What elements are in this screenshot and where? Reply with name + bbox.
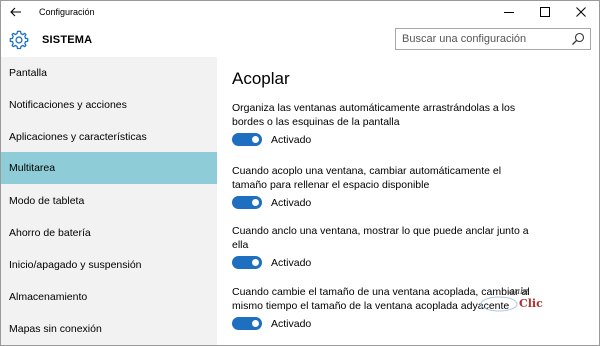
close-icon	[576, 7, 586, 17]
gear-icon	[9, 30, 29, 50]
setting-description: Cuando acoplo una ventana, cambiar autom…	[232, 165, 502, 191]
toggle-switch[interactable]	[232, 196, 262, 209]
toggle-knob	[252, 320, 259, 327]
sidebar-item-label: Ahorro de batería	[9, 227, 91, 239]
sidebar-item-multitarea[interactable]: Multitarea	[1, 152, 217, 184]
setting-description: Organiza las ventanas automáticamente ar…	[232, 102, 516, 128]
search-icon[interactable]	[571, 32, 585, 46]
toggle-knob	[252, 199, 259, 206]
setting-auto-resize: Cuando acoplo una ventana, cambiar autom…	[232, 164, 532, 209]
minimize-icon	[504, 12, 514, 13]
setting-snap-windows: Organiza las ventanas automáticamente ar…	[232, 101, 532, 146]
sidebar-item-label: Inicio/apagado y suspensión	[9, 259, 142, 271]
search-input[interactable]: Buscar una configuración	[402, 33, 571, 45]
close-button[interactable]	[563, 1, 599, 23]
sidebar: Pantalla Notificaciones y acciones Aplic…	[1, 57, 217, 345]
aulaclic-watermark: aula Clic	[479, 287, 549, 315]
back-button[interactable]	[1, 1, 31, 23]
section-title: Acoplar	[232, 69, 290, 88]
search-box[interactable]: Buscar una configuración	[395, 28, 591, 50]
toggle-state-label: Activado	[271, 196, 312, 209]
header: SISTEMA Buscar una configuración	[1, 23, 599, 57]
setting-description: Cuando anclo una ventana, mostrar lo que…	[232, 225, 529, 251]
watermark-clic: Clic	[519, 297, 543, 310]
sidebar-item-modo-tableta[interactable]: Modo de tableta	[1, 185, 217, 217]
toggle-switch[interactable]	[232, 317, 262, 330]
watermark-aula: aula	[509, 287, 529, 297]
sidebar-item-label: Modo de tableta	[9, 195, 85, 207]
sidebar-item-inicio-apagado[interactable]: Inicio/apagado y suspensión	[1, 249, 217, 281]
sidebar-item-label: Almacenamiento	[9, 291, 88, 303]
setting-snap-assist: Cuando anclo una ventana, mostrar lo que…	[232, 224, 532, 269]
toggle-switch[interactable]	[232, 133, 262, 146]
sidebar-item-pantalla[interactable]: Pantalla	[1, 57, 217, 89]
toggle-state-label: Activado	[271, 133, 312, 146]
minimize-button[interactable]	[491, 1, 527, 23]
maximize-button[interactable]	[527, 1, 563, 23]
back-arrow-icon	[10, 7, 21, 17]
sidebar-item-aplicaciones[interactable]: Aplicaciones y características	[1, 121, 217, 153]
maximize-icon	[540, 7, 550, 17]
sidebar-item-mapas[interactable]: Mapas sin conexión	[1, 313, 217, 345]
window-title: Configuración	[39, 7, 95, 17]
sidebar-item-almacenamiento[interactable]: Almacenamiento	[1, 281, 217, 313]
sidebar-item-label: Notificaciones y acciones	[9, 99, 127, 111]
title-bar: Configuración	[1, 1, 599, 23]
toggle-knob	[252, 259, 259, 266]
page-title: SISTEMA	[42, 34, 93, 46]
settings-window: Configuración SISTEMA Buscar una configu…	[0, 0, 600, 346]
sidebar-item-label: Multitarea	[9, 162, 56, 174]
sidebar-item-notificaciones[interactable]: Notificaciones y acciones	[1, 89, 217, 121]
sidebar-item-ahorro-bateria[interactable]: Ahorro de batería	[1, 217, 217, 249]
toggle-knob	[252, 136, 259, 143]
sidebar-item-label: Aplicaciones y características	[9, 131, 147, 143]
toggle-state-label: Activado	[271, 256, 312, 269]
toggle-state-label: Activado	[271, 317, 312, 330]
sidebar-item-label: Mapas sin conexión	[9, 323, 102, 335]
toggle-switch[interactable]	[232, 256, 262, 269]
window-controls	[491, 1, 599, 23]
sidebar-item-label: Pantalla	[9, 67, 47, 79]
